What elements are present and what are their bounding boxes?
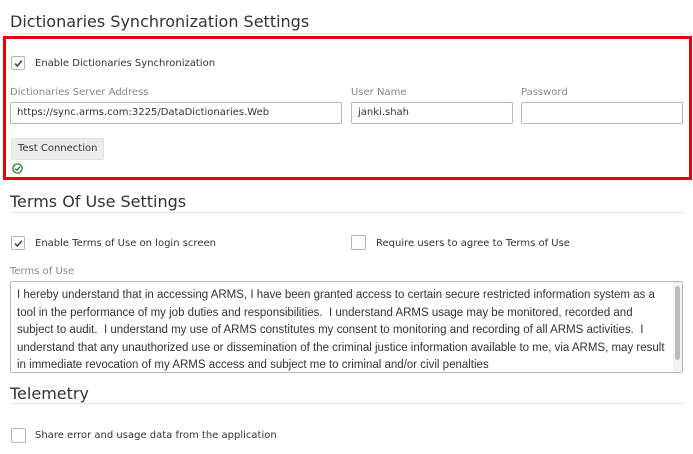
enable-dict-sync-checkbox[interactable] <box>11 56 25 70</box>
dict-sync-divider <box>10 33 685 34</box>
dict-sync-title: Dictionaries Synchronization Settings <box>10 12 310 31</box>
user-name-input[interactable]: janki.shah <box>351 102 513 124</box>
telemetry-divider <box>10 403 685 404</box>
password-label: Password <box>521 87 568 98</box>
terms-textarea[interactable]: I hereby understand that in accessing AR… <box>10 281 683 373</box>
require-agree-checkbox[interactable] <box>351 235 366 250</box>
terms-scrollbar[interactable] <box>673 282 682 372</box>
server-address-label: Dictionaries Server Address <box>10 87 149 98</box>
terms-divider <box>10 212 685 213</box>
terms-title: Terms Of Use Settings <box>10 192 187 211</box>
terms-scroll-thumb[interactable] <box>675 286 680 360</box>
enable-terms-label: Enable Terms of Use on login screen <box>35 238 216 249</box>
enable-terms-checkbox[interactable] <box>11 236 25 250</box>
password-input[interactable] <box>521 102 683 124</box>
enable-dict-sync-label: Enable Dictionaries Synchronization <box>35 58 216 69</box>
terms-text: I hereby understand that in accessing AR… <box>17 289 668 371</box>
check-circle-icon <box>12 163 23 174</box>
check-icon <box>14 60 23 68</box>
telemetry-title: Telemetry <box>10 384 89 403</box>
user-name-label: User Name <box>351 87 407 98</box>
share-data-label: Share error and usage data from the appl… <box>35 430 277 441</box>
check-icon <box>14 240 23 248</box>
server-address-input[interactable]: https://sync.arms.com:3225/DataDictionar… <box>10 102 342 124</box>
test-connection-button[interactable]: Test Connection <box>11 138 105 160</box>
require-agree-label: Require users to agree to Terms of Use <box>376 238 570 249</box>
share-data-checkbox[interactable] <box>11 428 26 443</box>
terms-text-label: Terms of Use <box>10 266 75 277</box>
